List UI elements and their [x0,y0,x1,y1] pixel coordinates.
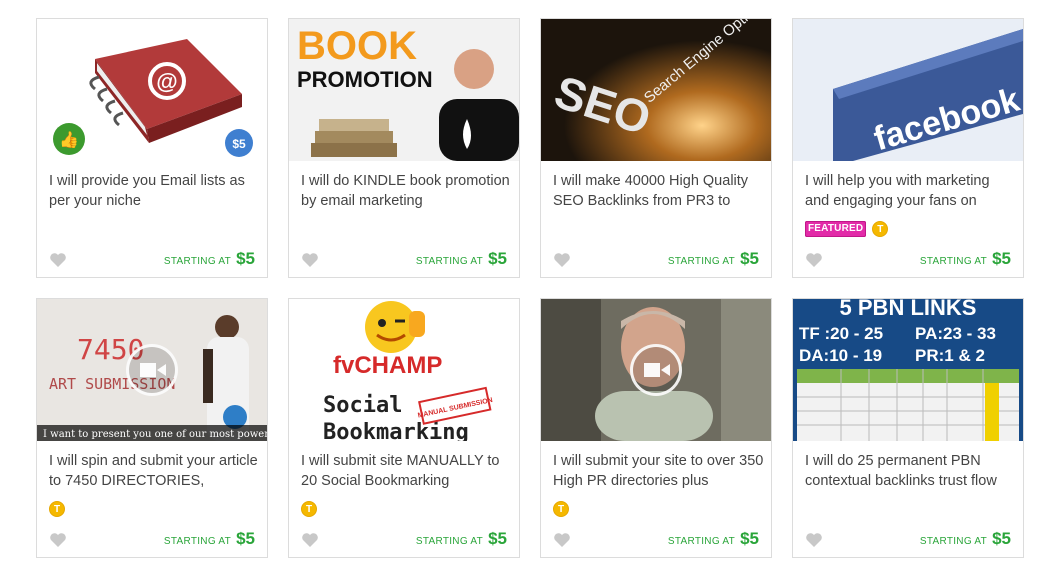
badge-row: FEATURED T [805,220,889,238]
svg-text:@: @ [156,69,177,94]
thumb-pbn-heading: 5 PBN LINKS [840,299,977,320]
price-value: $5 [488,249,507,268]
gig-thumbnail[interactable]: facebook [793,19,1023,161]
gig-card[interactable]: @ 👍 $5 I will provide you Email lists as… [36,18,268,278]
heart-icon[interactable] [49,532,67,548]
top-rated-badge-icon: T [872,221,889,237]
thumb-price-text: $5 [232,137,246,151]
top-rated-badge-icon: T [49,501,65,517]
gig-title[interactable]: I will do 25 permanent PBN contextual ba… [805,451,1017,491]
price-block: STARTING AT $5 [668,529,759,549]
starting-at-label: STARTING AT [163,536,232,547]
price-value: $5 [992,249,1011,268]
thumb-da-text: DA:10 - 19 [799,346,882,365]
thumb-brand-text: fvCHAMP [333,352,442,379]
price-value: $5 [236,249,255,268]
heart-icon[interactable] [553,532,571,548]
price-block: STARTING AT $5 [164,249,255,269]
starting-at-label: STARTING AT [163,256,232,267]
price-value: $5 [992,529,1011,548]
play-video-icon[interactable] [126,344,178,396]
heart-icon[interactable] [301,252,319,268]
gig-thumbnail[interactable]: 5 PBN LINKS TF :20 - 25 PA:23 - 33 DA:10… [793,299,1023,441]
gig-card[interactable]: SEO Search Engine Optimization I will ma… [540,18,772,278]
play-video-icon[interactable] [630,344,682,396]
price-block: STARTING AT $5 [416,529,507,549]
price-block: STARTING AT $5 [668,249,759,269]
price-value: $5 [236,529,255,548]
thumb-pr-text: PR:1 & 2 [915,346,985,365]
gig-card[interactable]: 7450 ART SUBMISSION I want to present yo… [36,298,268,558]
starting-at-label: STARTING AT [415,536,484,547]
starting-at-label: STARTING AT [667,256,736,267]
price-block: STARTING AT $5 [920,249,1011,269]
gig-title[interactable]: I will help you with marketing and engag… [805,171,1017,211]
gig-title[interactable]: I will spin and submit your article to 7… [49,451,261,491]
thumb-tf-text: TF :20 - 25 [799,324,883,343]
gig-thumbnail[interactable]: @ 👍 $5 [37,19,267,161]
gig-grid: @ 👍 $5 I will provide you Email lists as… [36,18,1024,558]
gig-thumbnail[interactable] [541,299,771,441]
gig-card[interactable]: I will submit your site to over 350 High… [540,298,772,558]
svg-text:👍: 👍 [59,130,79,149]
gig-card[interactable]: fvCHAMP Social Bookmarking MANUAL SUBMIS… [288,298,520,558]
gig-thumbnail[interactable]: BOOK PROMOTION [289,19,519,161]
gig-title[interactable]: I will submit site MANUALLY to 20 Social… [301,451,513,491]
gig-title[interactable]: I will do KINDLE book promotion by email… [301,171,513,211]
heart-icon[interactable] [553,252,571,268]
price-block: STARTING AT $5 [920,529,1011,549]
gig-thumbnail[interactable]: 7450 ART SUBMISSION I want to present yo… [37,299,267,441]
price-block: STARTING AT $5 [416,249,507,269]
thumb-pa-text: PA:23 - 33 [915,324,996,343]
starting-at-label: STARTING AT [415,256,484,267]
heart-icon[interactable] [805,252,823,268]
heart-icon[interactable] [49,252,67,268]
price-value: $5 [740,249,759,268]
badge-row: T [553,500,569,518]
thumb-bookmarking-text: Bookmarking [323,420,469,441]
thumb-promotion-text: PROMOTION [297,67,433,92]
gig-card[interactable]: 5 PBN LINKS TF :20 - 25 PA:23 - 33 DA:10… [792,298,1024,558]
heart-icon[interactable] [805,532,823,548]
starting-at-label: STARTING AT [919,256,988,267]
price-block: STARTING AT $5 [164,529,255,549]
gig-thumbnail[interactable]: fvCHAMP Social Bookmarking MANUAL SUBMIS… [289,299,519,441]
gig-card[interactable]: facebook I will help you with marketing … [792,18,1024,278]
badge-row: T [301,500,317,518]
starting-at-label: STARTING AT [919,536,988,547]
gig-title[interactable]: I will submit your site to over 350 High… [553,451,765,491]
price-value: $5 [740,529,759,548]
thumb-book-text: BOOK [297,24,417,68]
top-rated-badge-icon: T [301,501,317,517]
starting-at-label: STARTING AT [667,536,736,547]
gig-card[interactable]: BOOK PROMOTION I will do KINDLE book pro… [288,18,520,278]
gig-thumbnail[interactable]: SEO Search Engine Optimization [541,19,771,161]
price-value: $5 [488,529,507,548]
featured-badge: FEATURED [805,221,867,237]
gig-title[interactable]: I will provide you Email lists as per yo… [49,171,261,211]
badge-row: T [49,500,65,518]
heart-icon[interactable] [301,532,319,548]
video-caption: I want to present you one of our most po… [43,429,267,440]
gig-title[interactable]: I will make 40000 High Quality SEO Backl… [553,171,765,211]
top-rated-badge-icon: T [553,501,569,517]
thumb-social-text: Social [323,393,402,418]
